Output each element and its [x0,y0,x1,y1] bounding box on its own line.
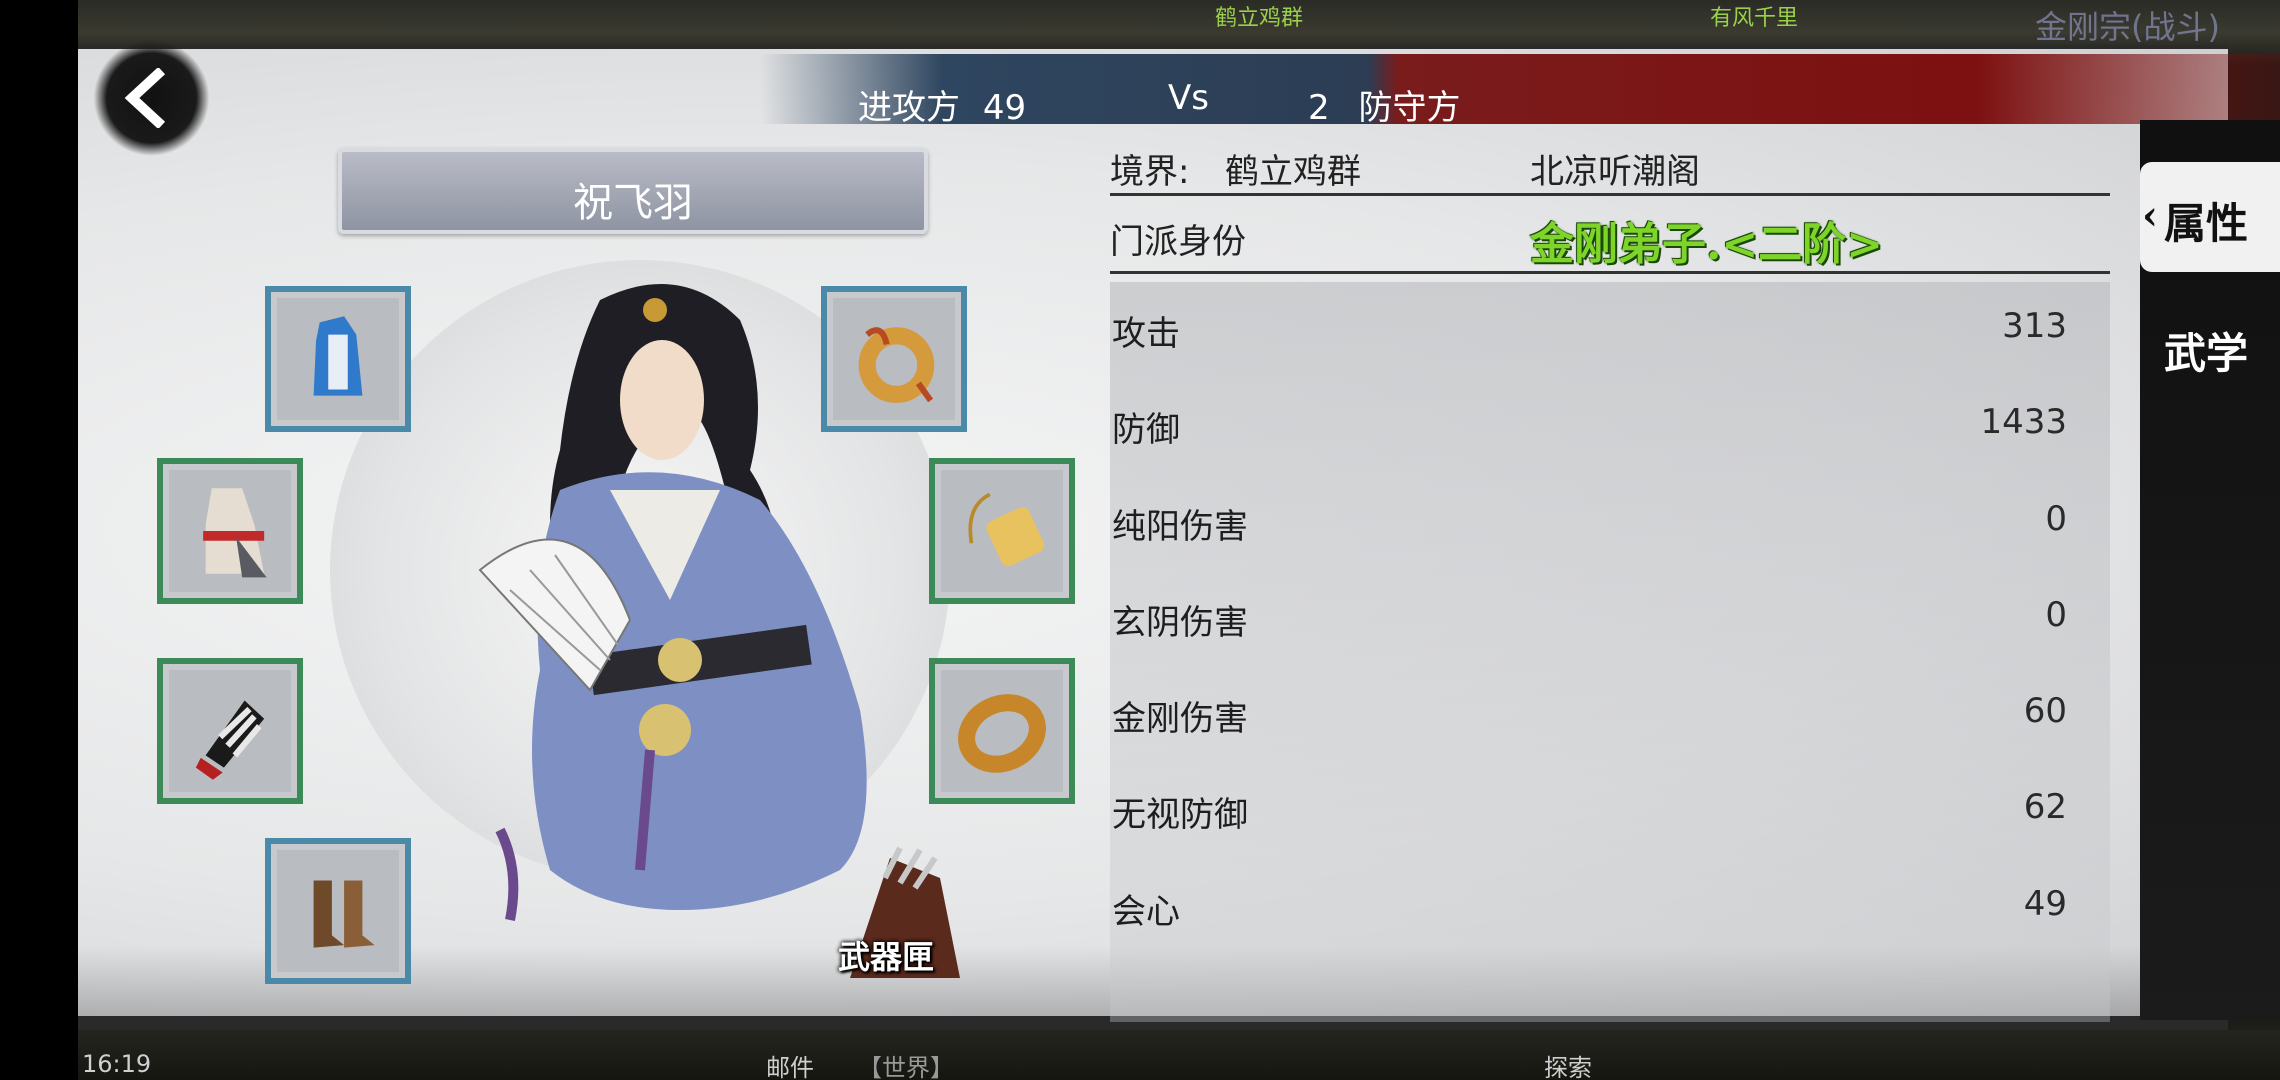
mail-button[interactable]: 邮件 [766,1048,814,1080]
map-location-label: 金刚宗(战斗) [2035,8,2220,46]
stat-row-vajra: 金刚伤害 60 [1112,681,2067,741]
realm-row: 境界: 鹤立鸡群 北凉听潮阁 [1110,140,2110,196]
back-button[interactable] [80,38,210,158]
stat-label: 防御 [1112,410,1180,450]
sect-identity-label: 门派身份 [1110,222,1246,262]
stat-label: 攻击 [1112,314,1180,354]
tab-martial-label: 武学 [2164,329,2249,378]
defender-count: 2 [1308,88,1330,128]
stat-value: 60 [2023,691,2067,731]
character-name: 祝飞羽 [573,180,693,226]
weapon-box-label[interactable]: 武器匣 [838,932,934,978]
attacker-count: 49 [982,88,1027,128]
stat-value: 313 [2002,306,2067,346]
map-label: 鹤立鸡群 [1215,6,1304,31]
stat-value: 0 [2045,499,2067,539]
equip-slot-amulet[interactable] [821,286,967,432]
stat-label: 金刚伤害 [1112,699,1248,739]
stat-label: 纯阳伤害 [1112,507,1248,547]
boots-icon [313,880,375,948]
vs-label: Vs [1168,78,1209,118]
equip-slot-robe[interactable] [265,286,411,432]
equip-slot-boots[interactable] [265,838,411,984]
gold-token-icon [968,492,1045,567]
stat-row-ignore-defense: 无视防御 62 [1112,777,2067,837]
stat-row-defense: 防御 1433 [1112,392,2067,452]
chevron-left-icon: ‹ [2142,192,2158,239]
screen-left-edge [0,0,78,1080]
explore-button[interactable]: 探索 [1544,1048,1592,1080]
equip-slot-ring[interactable] [929,658,1075,804]
stat-row-attack: 攻击 313 [1112,296,2067,356]
stat-value: 49 [2023,884,2067,924]
defender-label: 防守方 [1358,88,1461,128]
stat-value: 0 [2045,595,2067,635]
clock: 16:19 [82,1050,152,1078]
stat-row-critical: 会心 49 [1112,874,2067,934]
tab-martial-arts[interactable]: 武学 [2140,292,2280,402]
tab-attributes-label: 属性 [2164,199,2249,248]
bottom-nav-bar: 邮件 【世界】 探索 [78,1030,2280,1080]
attacker-label: 进攻方 [858,88,960,128]
attacker-info: 进攻方 49 [858,80,1026,129]
defender-info: 2 防守方 [1308,80,1460,129]
character-name-plate: 祝飞羽 [338,148,928,234]
map-label: 有风千里 [1710,6,1799,31]
jade-pendant-icon [858,327,935,403]
stat-label: 无视防御 [1112,795,1248,835]
equip-slot-token[interactable] [929,458,1075,604]
stat-label: 会心 [1112,892,1180,932]
world-chat[interactable]: 【世界】 [858,1048,954,1080]
bracer-icon [195,700,265,780]
stat-value: 1433 [1980,402,2067,442]
sect-location: 北凉听潮阁 [1530,152,1700,192]
stat-value: 62 [2023,787,2067,827]
robe-icon [313,316,363,396]
sect-identity-value: 金刚弟子.<二阶> [1530,219,1884,270]
stat-label: 玄阴伤害 [1112,603,1248,643]
realm-value: 鹤立鸡群 [1225,152,1361,192]
equip-slot-bracer[interactable] [157,658,303,804]
sect-identity-row: 门派身份 金刚弟子.<二阶> [1110,200,2110,274]
equip-slot-clothes[interactable] [157,458,303,604]
gold-ring-icon [958,694,1046,773]
chevron-left-icon [124,68,166,128]
tab-attributes[interactable]: ‹ 属性 [2140,162,2280,272]
clothes-icon [203,488,267,578]
stat-row-dark-yin: 玄阴伤害 0 [1112,585,2067,645]
realm-label: 境界: [1110,152,1190,192]
stat-row-pure-yang: 纯阳伤害 0 [1112,489,2067,549]
